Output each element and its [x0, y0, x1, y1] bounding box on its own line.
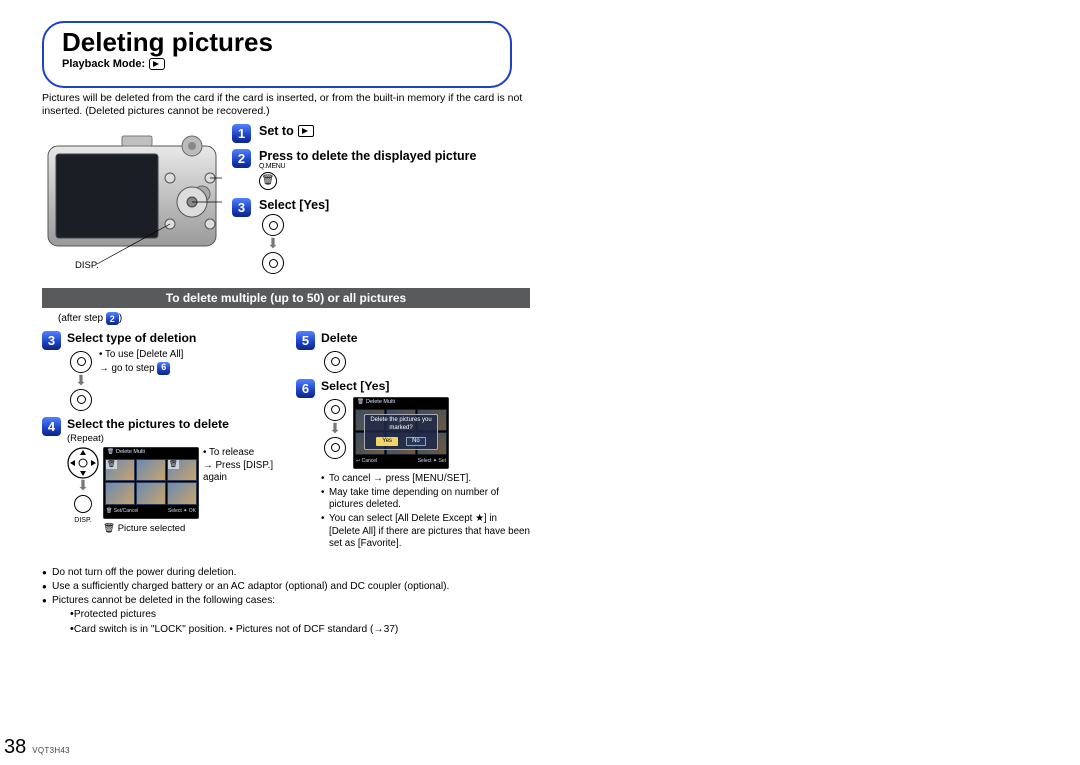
dpad-center-icon	[324, 437, 346, 459]
step-2-body: Press to delete the displayed picture Q.…	[259, 149, 476, 192]
section-header: To delete multiple (up to 50) or all pic…	[42, 288, 530, 308]
subbullet-lock: Card switch is in "LOCK" position. • Pic…	[60, 622, 530, 637]
step-number-2: 2	[232, 149, 251, 168]
dialog-yes: Yes	[376, 437, 398, 447]
dpad-center-icon	[262, 252, 284, 274]
manual-page: Deleting pictures Playback Mode: Picture…	[0, 0, 560, 765]
step-3: 3 Select [Yes] ⬇	[232, 198, 530, 276]
release-note: • To release → Press [DISP.] again	[203, 447, 276, 485]
arrow-down-icon: ⬇	[75, 376, 87, 386]
playback-icon	[298, 125, 314, 137]
step-3-title: Select [Yes]	[259, 198, 329, 212]
dpad-icon	[70, 351, 92, 373]
step-number-3: 3	[232, 198, 251, 217]
step-6: 6 Select [Yes] ⬇ 🗑Delete Multi	[296, 379, 530, 552]
step-4-repeat: (Repeat)	[67, 433, 276, 445]
playback-mode-row: Playback Mode:	[62, 58, 492, 70]
note-goto-step: → go to step 6	[99, 362, 183, 376]
qmenu-label: Q.MENU	[259, 163, 285, 170]
step-3b-notes: • To use [Delete All] → go to step 6	[99, 349, 183, 376]
steps-column: 1 Set to 2 Press to delete the displayed…	[232, 124, 530, 276]
dpad-group: ⬇ DISP.	[67, 447, 99, 525]
step-6-title: Select [Yes]	[321, 379, 389, 393]
lower-section: 3 Select type of deletion ⬇ • To use [De…	[42, 331, 530, 556]
step-3-body: Select [Yes] ⬇	[259, 198, 329, 276]
inline-step-2: 2	[106, 312, 119, 325]
lcd-screenshot-confirm: 🗑Delete Multi Delete the pictures you ma…	[353, 397, 449, 469]
inline-step-6: 6	[157, 362, 170, 375]
trash-button: 🗑	[259, 172, 277, 190]
arrow-down-icon: ⬇	[329, 424, 341, 434]
step-1: 1 Set to	[232, 124, 530, 143]
note-time: May take time depending on number of pic…	[321, 487, 530, 512]
confirm-dialog: Delete the pictures you marked? Yes No	[364, 414, 438, 450]
dpad-up-icon	[262, 214, 284, 236]
footer-bullets: Do not turn off the power during deletio…	[42, 566, 530, 637]
dpad-center-icon	[70, 389, 92, 411]
arrow-down-icon: ⬇	[77, 481, 89, 491]
disp-tiny-label: DISP.	[74, 516, 91, 525]
step-5: 5 Delete	[296, 331, 530, 375]
step-3b-title: Select type of deletion	[67, 331, 196, 345]
qmenu-trash-button: Q.MENU 🗑	[259, 163, 476, 192]
disp-callout: DISP.	[75, 260, 99, 271]
step-number-4: 4	[42, 417, 61, 436]
bullet-power: Do not turn off the power during deletio…	[42, 566, 530, 580]
step-1-text: Set to	[259, 124, 294, 138]
step-1-title: Set to	[259, 124, 314, 138]
page-footer: 38 VQT3H43	[4, 736, 70, 759]
trash-icon: 🗑	[262, 176, 275, 186]
camera-illustration: DISP.	[42, 124, 222, 274]
dialog-no: No	[406, 437, 426, 447]
playback-mode-label: Playback Mode:	[62, 58, 145, 70]
page-title: Deleting pictures	[62, 27, 492, 58]
subbullet-protected: Protected pictures	[60, 607, 530, 622]
step-6-notes: To cancel → press [MENU/SET]. May take t…	[321, 473, 530, 551]
note-cancel: To cancel → press [MENU/SET].	[321, 473, 530, 486]
lcd-screenshot-multi: 🗑Delete Multi 🗑 Set/Cancel Select ✦ OK	[103, 447, 199, 519]
arrow-down-icon: ⬇	[267, 239, 279, 249]
step-5-title: Delete	[321, 331, 358, 345]
step-number-1: 1	[232, 124, 251, 143]
nav-sequence: ⬇	[259, 212, 287, 276]
step-3b: 3 Select type of deletion ⬇ • To use [De…	[42, 331, 276, 413]
playback-mode-icon	[149, 58, 165, 70]
sub-bullets: Protected pictures Card switch is in "LO…	[60, 607, 530, 637]
intro-text: Pictures will be deleted from the card i…	[42, 92, 530, 118]
page-number: 38	[4, 736, 26, 759]
bullet-battery: Use a sufficiently charged battery or an…	[42, 580, 530, 594]
step-4-title: Select the pictures to delete	[67, 417, 229, 431]
disp-button-icon	[74, 495, 92, 513]
note-delete-all: • To use [Delete All]	[99, 349, 183, 362]
step-number-6: 6	[296, 379, 315, 398]
step-4: 4 Select the pictures to delete (Repeat)	[42, 417, 276, 536]
camera-svg	[42, 124, 222, 274]
dpad-icon	[324, 399, 346, 421]
doc-code: VQT3H43	[32, 746, 70, 755]
step-2: 2 Press to delete the displayed picture …	[232, 149, 530, 192]
dialog-text: Delete the pictures you marked?	[367, 417, 435, 433]
dpad-icon	[67, 447, 99, 479]
dpad-center-icon	[324, 351, 346, 373]
upper-section: DISP. 1 Set to 2 Press to delete the dis…	[42, 124, 530, 276]
note-favorite: You can select [All Delete Except ★] in …	[321, 513, 530, 551]
nav-sequence-3b: ⬇	[67, 349, 95, 413]
right-column: 5 Delete 6 Select [Yes] ⬇	[296, 331, 530, 556]
step-number-5: 5	[296, 331, 315, 350]
picture-selected-caption: 🗑 Picture selected	[103, 523, 199, 535]
step-2-title: Press to delete the displayed picture	[259, 149, 476, 163]
nav-sequence-6: ⬇	[321, 397, 349, 461]
bullet-cannot-delete: Pictures cannot be deleted in the follow…	[42, 594, 530, 637]
step-number-3b: 3	[42, 331, 61, 350]
after-step-note: (after step 2)	[58, 312, 530, 325]
title-container: Deleting pictures Playback Mode:	[42, 21, 512, 88]
left-column: 3 Select type of deletion ⬇ • To use [De…	[42, 331, 276, 556]
